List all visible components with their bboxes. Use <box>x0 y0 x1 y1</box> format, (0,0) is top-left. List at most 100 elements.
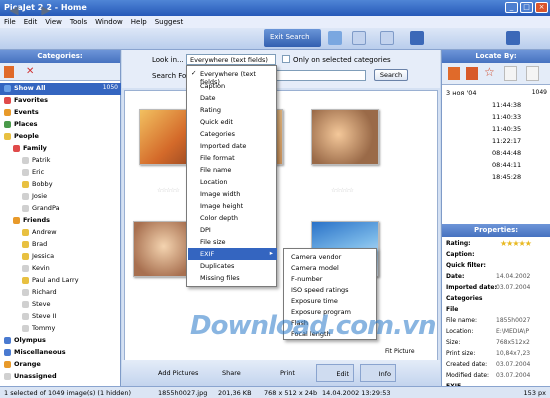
delete-category-icon[interactable]: ✕ <box>26 66 34 77</box>
thumbnail-image[interactable] <box>311 109 379 165</box>
category-label: Tommy <box>32 324 56 332</box>
fit-picture-button[interactable]: Fit Picture <box>385 348 415 355</box>
look-in-value: Everywhere (text fields) <box>190 56 268 64</box>
look-in-option-label: Missing files <box>200 274 240 282</box>
time-node[interactable]: 18:45:28 <box>492 173 521 181</box>
menu-edit[interactable]: Edit <box>24 18 38 28</box>
share-button[interactable]: Share <box>222 364 241 382</box>
category-item[interactable]: Paul and Larry <box>0 275 121 287</box>
info-button[interactable]: Info <box>360 364 396 382</box>
category-item[interactable]: Unassigned <box>0 371 121 383</box>
calendar-icon[interactable] <box>504 66 517 81</box>
category-item[interactable]: Eric <box>0 167 121 179</box>
look-in-option[interactable]: File name <box>188 164 277 176</box>
look-in-option[interactable]: Imported date <box>188 140 277 152</box>
category-item[interactable]: GrandPa <box>0 203 121 215</box>
category-item[interactable]: Orange <box>0 359 121 371</box>
time-node[interactable]: 11:40:35 <box>492 125 521 133</box>
category-item[interactable]: Olympus <box>0 335 121 347</box>
menu-help[interactable]: Help <box>131 18 147 28</box>
category-item[interactable]: Steve <box>0 299 121 311</box>
category-item[interactable]: Show All 1050 <box>0 83 121 95</box>
search-bar: Look in... Everywhere (text fields) Only… <box>122 50 440 88</box>
add-pictures-button[interactable]: Add Pictures <box>158 364 198 382</box>
category-item[interactable]: Josie <box>0 191 121 203</box>
category-icon <box>22 205 29 212</box>
menu-window[interactable]: Window <box>95 18 123 28</box>
category-item[interactable]: Miscellaneous <box>0 347 121 359</box>
look-in-option[interactable]: Quick edit <box>188 116 277 128</box>
category-item[interactable]: Family <box>0 143 121 155</box>
layout-dual-icon[interactable] <box>506 31 520 45</box>
menu-file[interactable]: File <box>4 18 16 28</box>
look-in-option[interactable]: File format <box>188 152 277 164</box>
category-item[interactable]: Brad <box>0 239 121 251</box>
look-in-option[interactable]: Date <box>188 92 277 104</box>
category-item[interactable]: Andrew <box>0 227 121 239</box>
properties-header: Properties: <box>442 224 550 237</box>
only-selected-checkbox[interactable] <box>282 55 290 63</box>
print-button[interactable]: Print <box>280 364 295 382</box>
rating-stars-icon[interactable]: ★★★★★ <box>500 239 532 248</box>
time-node[interactable]: 08:44:11 <box>492 161 521 169</box>
layout-single-icon[interactable] <box>410 31 424 45</box>
category-item[interactable]: Tommy <box>0 323 121 335</box>
category-item[interactable]: Jessica <box>0 251 121 263</box>
property-label: Created date: <box>446 361 488 368</box>
look-in-option[interactable]: Color depth <box>188 212 277 224</box>
category-item[interactable]: Favorites <box>0 95 121 107</box>
category-item[interactable]: Richard <box>0 287 121 299</box>
forward-arrow-icon[interactable]: ▶ <box>38 3 54 19</box>
look-in-select[interactable]: Everywhere (text fields) <box>186 54 276 65</box>
category-item[interactable]: Bobby <box>0 179 121 191</box>
category-icon <box>22 289 29 296</box>
category-item[interactable]: People <box>0 131 121 143</box>
exit-search-button[interactable]: Exit Search <box>264 29 321 47</box>
look-in-option[interactable]: Image height <box>188 200 277 212</box>
back-arrow-icon[interactable]: ◀ <box>6 3 22 19</box>
minimize-button[interactable]: _ <box>505 2 518 13</box>
look-in-option[interactable]: Caption <box>188 80 277 92</box>
edit-button[interactable]: Edit <box>316 364 354 382</box>
date-count: 1049 <box>531 89 547 96</box>
new-category-icon[interactable] <box>4 66 14 78</box>
look-in-option[interactable]: ✓ Everywhere (text fields) <box>188 68 277 86</box>
time-node[interactable]: 11:40:33 <box>492 113 521 121</box>
time-node[interactable]: 11:22:17 <box>492 137 521 145</box>
category-item[interactable]: Steve II <box>0 311 121 323</box>
menu-tools[interactable]: Tools <box>70 18 87 28</box>
tag-icon[interactable] <box>466 67 478 80</box>
close-button[interactable]: × <box>535 2 548 13</box>
search-button[interactable]: Search <box>374 69 408 81</box>
edit-icon[interactable] <box>526 66 539 81</box>
date-node[interactable]: 3 нoя '04 <box>446 89 476 97</box>
category-item[interactable]: Places <box>0 119 121 131</box>
rating-stars[interactable]: ☆☆☆☆☆ <box>157 187 180 194</box>
time-node[interactable]: 08:44:48 <box>492 149 521 157</box>
camera-icon[interactable] <box>328 31 342 45</box>
look-in-option[interactable]: Categories <box>188 128 277 140</box>
look-in-option[interactable]: ▸ EXIF <box>188 248 277 260</box>
look-in-option[interactable]: File size <box>188 236 277 248</box>
folder-icon[interactable] <box>448 67 460 80</box>
star-icon[interactable]: ☆ <box>484 65 495 79</box>
look-in-option[interactable]: Image width <box>188 188 277 200</box>
sync-icon[interactable] <box>380 31 394 45</box>
look-in-option[interactable]: DPI <box>188 224 277 236</box>
menu-view[interactable]: View <box>45 18 62 28</box>
slideshow-icon[interactable] <box>352 31 366 45</box>
category-item[interactable]: Friends <box>0 215 121 227</box>
look-in-option[interactable]: Rating <box>188 104 277 116</box>
look-in-option[interactable]: Missing files <box>188 272 277 284</box>
look-in-option[interactable]: Location <box>188 176 277 188</box>
look-in-option[interactable]: Duplicates <box>188 260 277 272</box>
category-item[interactable]: Events <box>0 107 121 119</box>
menu-suggest[interactable]: Suggest <box>155 18 183 28</box>
time-node[interactable]: 11:44:38 <box>492 101 521 109</box>
category-item[interactable]: Patrik <box>0 155 121 167</box>
category-item[interactable]: Kevin <box>0 263 121 275</box>
maximize-button[interactable]: □ <box>520 2 533 13</box>
look-in-label: Look in... <box>152 56 184 64</box>
category-icon <box>4 121 11 128</box>
rating-stars[interactable]: ☆☆☆☆☆ <box>331 187 354 194</box>
